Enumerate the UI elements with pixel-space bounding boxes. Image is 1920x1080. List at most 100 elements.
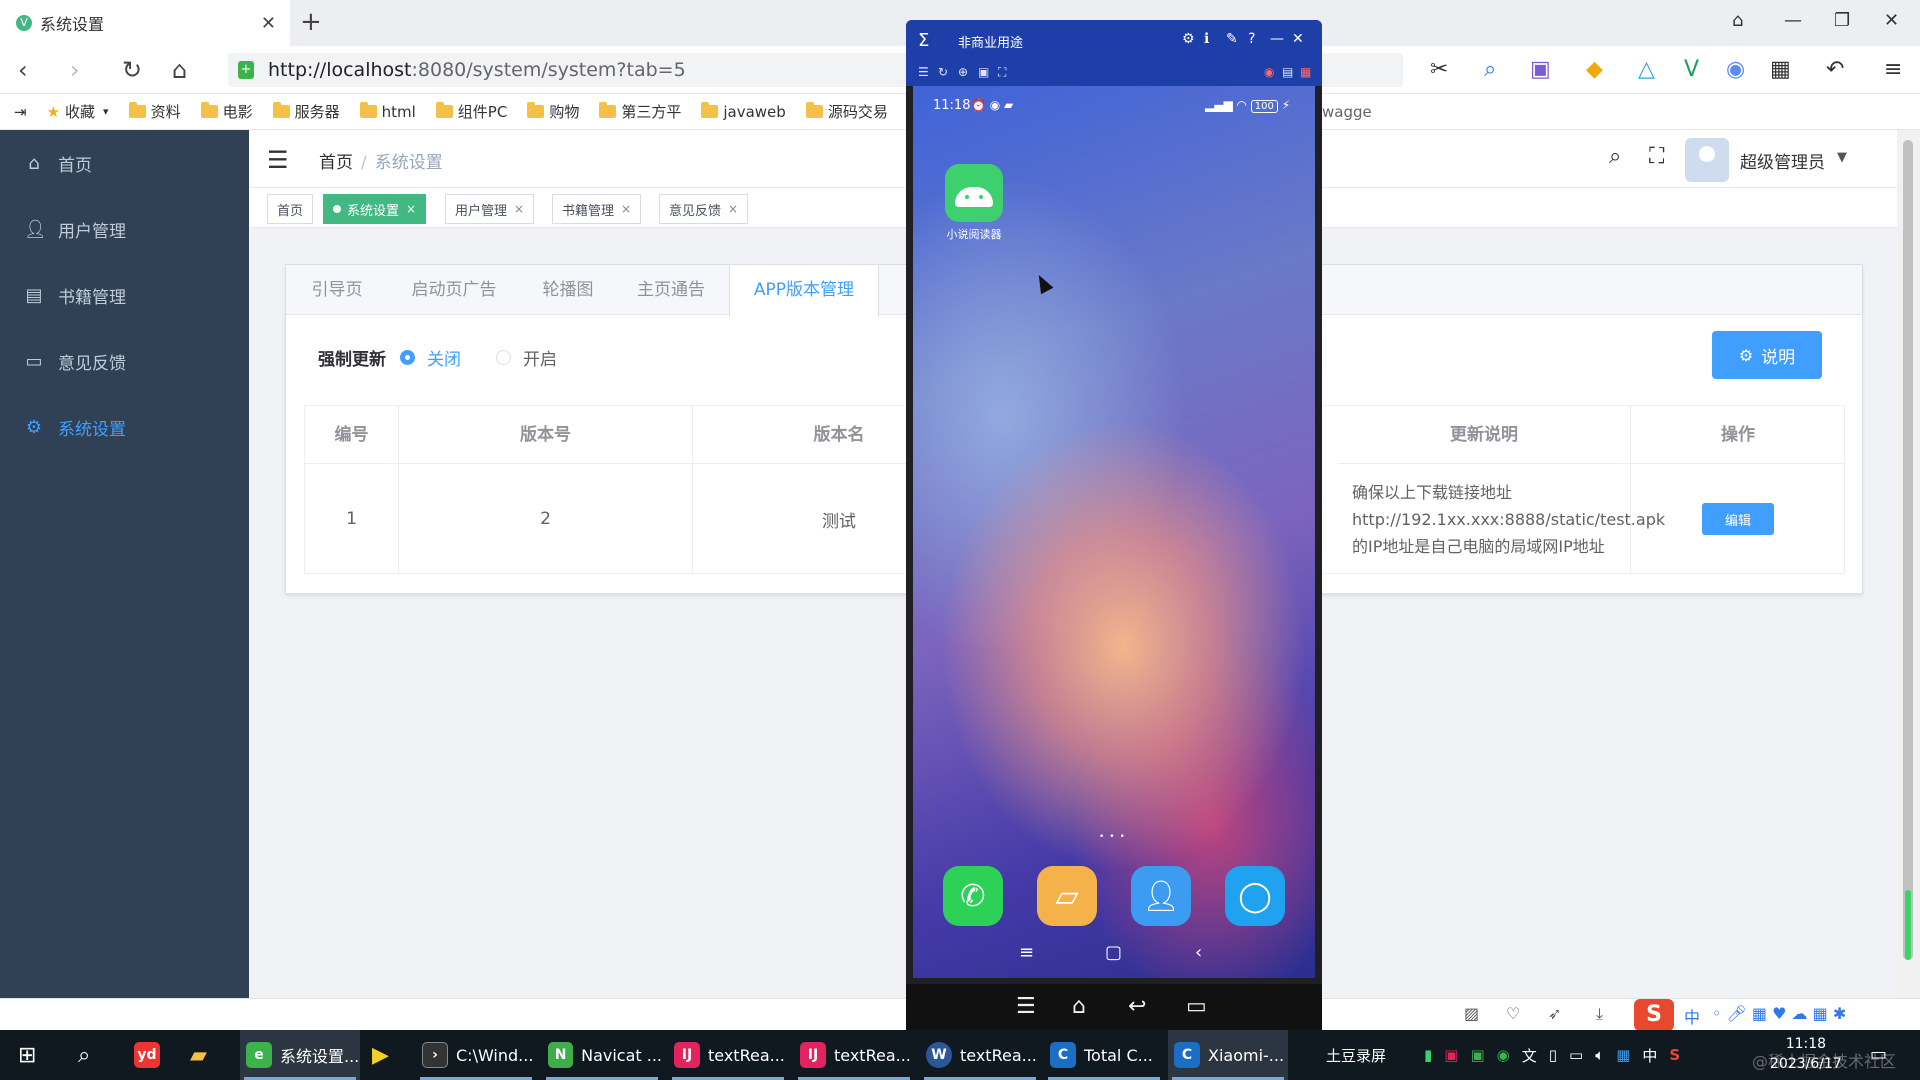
close-icon[interactable]: ✕: [1292, 31, 1304, 47]
taskbar-app[interactable]: WtextRea...: [920, 1030, 1040, 1080]
edit-button[interactable]: 编辑: [1702, 503, 1774, 535]
tray-battery-icon[interactable]: ▮: [1424, 1046, 1432, 1064]
phone-menu-nav-icon[interactable]: ≡: [1019, 942, 1034, 963]
messages-icon[interactable]: ◯: [1225, 866, 1285, 926]
bookmark-folder[interactable]: 服务器: [272, 101, 340, 122]
close-tag-icon[interactable]: ×: [728, 202, 738, 216]
emulator-back-icon[interactable]: ↩: [1128, 994, 1146, 1019]
taskbar-search-icon[interactable]: ⌕: [78, 1030, 90, 1080]
keyboard-icon[interactable]: ▤: [1282, 65, 1293, 79]
radio-on[interactable]: 开启: [496, 345, 557, 370]
bookmark-folder[interactable]: 第三方平: [599, 101, 681, 122]
taskbar-app[interactable]: IJ textRea...: [668, 1030, 788, 1080]
reload-icon[interactable]: ↻: [122, 56, 142, 84]
taskbar-app[interactable]: C Xiaomi-...: [1168, 1030, 1288, 1080]
tab-splash-ad[interactable]: 启动页广告: [388, 265, 520, 315]
shirt-skin-icon[interactable]: ⌂: [1732, 10, 1743, 32]
emulator-recent-icon[interactable]: ▭: [1186, 994, 1207, 1019]
new-tab-icon[interactable]: +: [300, 8, 322, 36]
tray-ime-label[interactable]: 中: [1642, 1045, 1657, 1066]
youdao-icon[interactable]: yd: [134, 1030, 168, 1080]
expand-icon[interactable]: ⛶: [998, 65, 1006, 80]
undo-icon[interactable]: ↶: [1826, 58, 1844, 82]
search-icon[interactable]: ⌕: [1609, 144, 1621, 169]
minimize-icon[interactable]: —: [1784, 10, 1802, 32]
tray-intellij-icon[interactable]: ▣: [1444, 1046, 1458, 1064]
tag-settings[interactable]: 系统设置 ×: [323, 194, 427, 224]
tag-home[interactable]: 首页: [267, 194, 314, 224]
minimize-icon[interactable]: —: [1270, 31, 1284, 47]
tag-books[interactable]: 书籍管理 ×: [552, 194, 642, 224]
hamburger-icon[interactable]: ☰: [267, 146, 289, 174]
taskbar-app[interactable]: IJ textRea...: [794, 1030, 914, 1080]
user-name[interactable]: 超级管理员: [1740, 148, 1825, 173]
sidebar-item-settings[interactable]: ⚙ 系统设置: [0, 394, 249, 460]
tab-guide[interactable]: 引导页: [286, 265, 388, 315]
back-icon[interactable]: ‹: [18, 56, 28, 84]
breadcrumb-home[interactable]: 首页: [319, 153, 353, 173]
menu-icon[interactable]: ≡: [1884, 58, 1902, 82]
settings-icon[interactable]: ⚙: [1182, 31, 1195, 47]
tray-green-icon[interactable]: ▣: [1470, 1046, 1484, 1064]
extension-icon[interactable]: ◆: [1586, 58, 1603, 82]
sogou-input-icon[interactable]: S: [1634, 999, 1674, 1031]
potplayer-icon[interactable]: ▶: [372, 1030, 389, 1080]
taskbar-app[interactable]: N Navicat ...: [542, 1030, 662, 1080]
search-tool-icon[interactable]: ⌕: [1484, 58, 1496, 82]
tray-network-icon[interactable]: ▭: [1569, 1046, 1583, 1064]
help-icon[interactable]: ?: [1248, 31, 1255, 47]
emulator-menu-icon[interactable]: ☰: [1016, 994, 1036, 1019]
taskbar-app[interactable]: › C:\Wind...: [416, 1030, 536, 1080]
sidebar-item-feedback[interactable]: ▭ 意见反馈: [0, 328, 249, 394]
forward-icon[interactable]: ›: [70, 56, 80, 84]
ime-toolbar-icons[interactable]: ◦ 🎤︎ ▦ ♥ ☁ ▦ ✱: [1712, 1004, 1846, 1023]
bookmark-folder[interactable]: javaweb: [701, 102, 786, 121]
page-scrollbar[interactable]: [1897, 130, 1920, 998]
taskbar-app[interactable]: C Total C...: [1044, 1030, 1164, 1080]
caret-down-icon[interactable]: ▼: [1837, 150, 1847, 165]
close-tab-icon[interactable]: ✕: [261, 13, 276, 34]
screen-recorder-label[interactable]: 土豆录屏: [1326, 1030, 1386, 1080]
sidebar-toggle-icon[interactable]: ⇥: [14, 103, 27, 121]
tray-translate-icon[interactable]: 文: [1522, 1045, 1537, 1066]
extension-triangle-icon[interactable]: △: [1638, 58, 1655, 82]
sidebar-item-home[interactable]: ⌂ 首页: [0, 130, 249, 196]
pin-icon[interactable]: ✎: [1226, 31, 1238, 47]
phone-dial-icon[interactable]: ✆: [943, 866, 1003, 926]
bookmark-swagger[interactable]: wagge: [1322, 103, 1372, 121]
notification-icon[interactable]: ▭: [1870, 1044, 1887, 1065]
grid-icon[interactable]: ▦: [1300, 65, 1311, 79]
phone-home-nav-icon[interactable]: ▢: [1105, 942, 1122, 963]
file-explorer-icon[interactable]: ▰: [190, 1030, 207, 1080]
vue-devtools-icon[interactable]: V: [1684, 58, 1699, 82]
tray-browser-icon[interactable]: ◉: [1497, 1046, 1510, 1064]
fullscreen-icon[interactable]: ⛶: [1649, 144, 1664, 169]
zoom-icon[interactable]: ⊕: [958, 65, 968, 79]
phone-screen[interactable]: 11:18 ⏰ ◉ ▰ ▂▄▆ ◠ 100 ⚡ 小说阅读器 ••• ✆ ▱ 👤︎…: [913, 86, 1315, 978]
bookmark-favorites[interactable]: ★ 收藏 ▾: [47, 101, 109, 122]
rocket-icon[interactable]: ➶: [1548, 1004, 1561, 1023]
bookmark-folder[interactable]: html: [359, 102, 416, 121]
scrollbar-thumb[interactable]: [1903, 140, 1913, 960]
close-tag-icon[interactable]: ×: [514, 202, 524, 216]
taskbar-app[interactable]: e 系统设置...: [240, 1030, 360, 1080]
phone-back-nav-icon[interactable]: ‹: [1195, 942, 1202, 963]
tray-volume-icon[interactable]: 🔈︎: [1595, 1046, 1604, 1064]
bookmark-folder[interactable]: 购物: [527, 101, 579, 122]
tab-app-version[interactable]: APP版本管理: [729, 265, 879, 316]
close-window-icon[interactable]: ✕: [1884, 10, 1899, 32]
notes-icon[interactable]: ▱: [1037, 866, 1097, 926]
sidebar-item-books[interactable]: ▤ 书籍管理: [0, 262, 249, 328]
tab-banner[interactable]: 轮播图: [520, 265, 616, 315]
tag-users[interactable]: 用户管理 ×: [445, 194, 535, 224]
tab-announcement[interactable]: 主页通告: [616, 265, 726, 315]
translate-icon[interactable]: ▣: [1530, 58, 1551, 82]
contacts-icon[interactable]: 👤︎: [1131, 866, 1191, 926]
tray-sogou-icon[interactable]: S: [1669, 1046, 1680, 1064]
info-icon[interactable]: ℹ: [1204, 31, 1209, 47]
windows-start-icon[interactable]: ⊞: [18, 1030, 36, 1080]
screenshot-icon[interactable]: ▣: [978, 65, 989, 79]
image-icon[interactable]: ▨: [1464, 1004, 1479, 1023]
emulator-home-icon[interactable]: ⌂: [1072, 994, 1086, 1019]
phone-title-bar[interactable]: Σ 非商业用途 ⚙ ℹ ✎ ? — ✕: [906, 20, 1322, 62]
